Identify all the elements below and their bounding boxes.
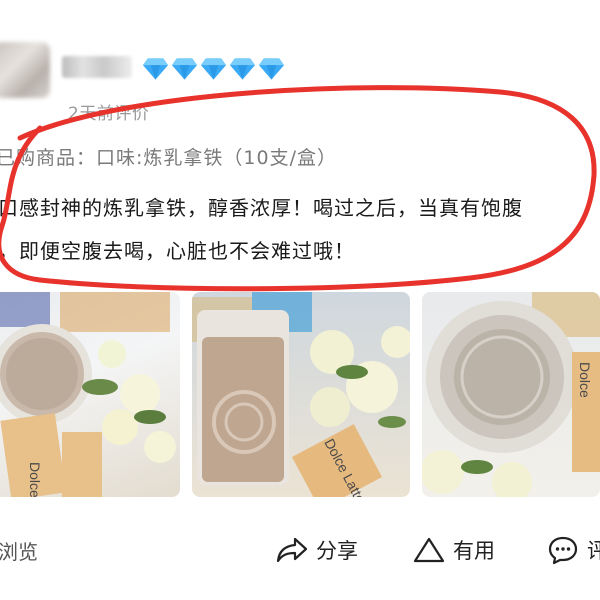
diamond-icon xyxy=(200,58,227,80)
share-label: 分享 xyxy=(316,539,358,563)
review-photo[interactable]: Dolce Latte xyxy=(192,292,410,497)
share-icon xyxy=(276,536,308,564)
review-photo[interactable]: Dolce Latte xyxy=(0,292,180,497)
browse-label: 浏览 xyxy=(0,539,38,564)
diamond-icon xyxy=(229,58,256,80)
browse-count: 浏览 xyxy=(0,530,38,570)
useful-label: 有用 xyxy=(453,539,495,563)
share-button[interactable]: 分享 xyxy=(276,530,358,570)
username-blurred[interactable] xyxy=(62,56,132,78)
purchased-product: 已购商品：口味:炼乳拿铁（10支/盒） xyxy=(0,147,337,169)
review-text-line: ，即便空腹去喝，心脏也不会难过哦！ xyxy=(0,239,355,263)
review-photo[interactable]: Dolce xyxy=(422,292,600,497)
latte-cup-photo: Dolce Latte xyxy=(0,292,176,497)
review-time: 2天前评价 xyxy=(68,104,150,124)
member-level-badges xyxy=(142,56,285,82)
useful-button[interactable]: 有用 xyxy=(413,530,495,570)
comment-icon xyxy=(547,535,579,565)
photo-label: Dolce xyxy=(577,362,593,398)
diamond-icon xyxy=(258,58,285,80)
latte-glass-photo: Dolce Latte xyxy=(192,292,410,497)
photo-label: Dolce Latte xyxy=(27,462,43,497)
diamond-icon xyxy=(142,58,169,80)
latte-topview-photo: Dolce xyxy=(422,292,600,497)
comment-label: 评 xyxy=(587,539,600,563)
comment-button[interactable]: 评 xyxy=(547,530,600,570)
diamond-icon xyxy=(171,58,198,80)
avatar[interactable] xyxy=(0,42,50,98)
triangle-icon xyxy=(413,536,445,564)
review-text-line: 口感封神的炼乳拿铁，醇香浓厚！喝过之后，当真有饱腹 xyxy=(0,196,523,220)
